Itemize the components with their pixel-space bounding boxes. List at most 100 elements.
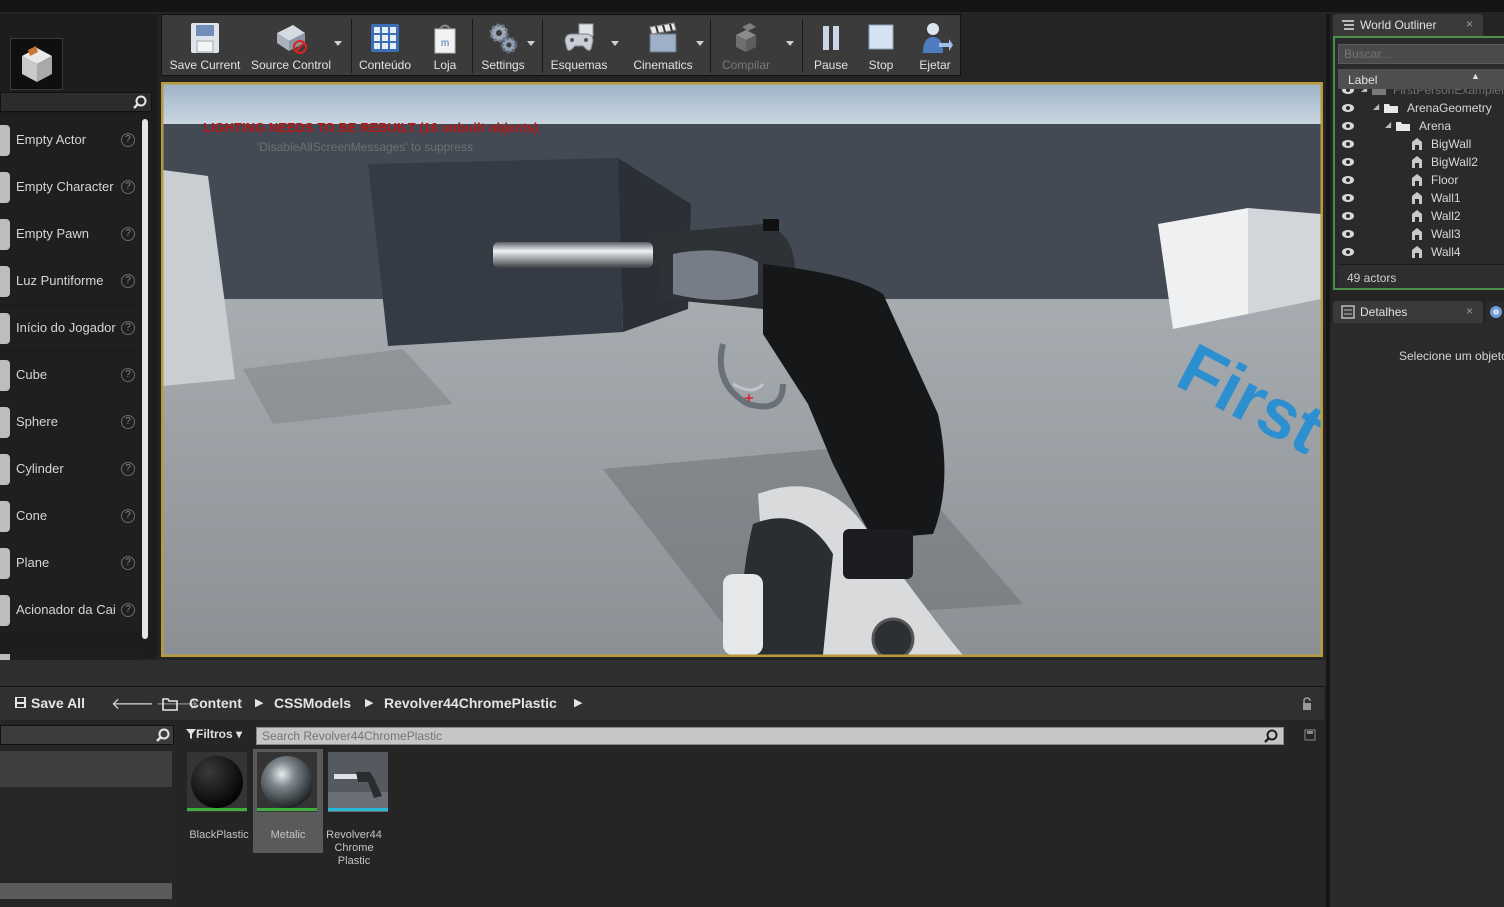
source-control-dropdown-arrow[interactable] bbox=[334, 41, 342, 47]
breadcrumb-separator-icon[interactable]: ▶ bbox=[255, 696, 263, 709]
breadcrumb-separator-icon[interactable]: ▶ bbox=[365, 696, 373, 709]
asset-tile-metalic[interactable]: Metalic bbox=[253, 749, 323, 853]
cinematics-dropdown-arrow[interactable] bbox=[696, 41, 704, 47]
place-item-empty-character[interactable]: Empty Character? bbox=[0, 164, 140, 211]
visibility-eye-icon[interactable] bbox=[1341, 139, 1355, 149]
selected-folder-row[interactable] bbox=[0, 751, 172, 787]
asset-search-input[interactable] bbox=[257, 728, 1257, 744]
asset-search-field[interactable] bbox=[256, 727, 1284, 745]
details-tab[interactable]: Detalhes × bbox=[1333, 301, 1483, 323]
visibility-eye-icon[interactable] bbox=[1341, 247, 1355, 257]
sort-ascending-icon[interactable]: ▲ bbox=[1471, 71, 1480, 81]
outliner-row-arenageometry[interactable]: ◢ ArenaGeometry bbox=[1335, 99, 1504, 117]
outliner-row-bigwall2[interactable]: BigWall2 bbox=[1335, 153, 1504, 171]
save-current-button[interactable]: Save Current bbox=[166, 15, 244, 75]
world-outliner-tab[interactable]: World Outliner × bbox=[1333, 14, 1483, 36]
compile-button[interactable]: Compilar bbox=[712, 15, 780, 75]
outliner-search-input[interactable] bbox=[1339, 45, 1499, 63]
breadcrumb-cssmodels[interactable]: CSSModels bbox=[274, 695, 351, 711]
help-icon[interactable]: ? bbox=[121, 462, 135, 476]
help-icon[interactable]: ? bbox=[121, 415, 135, 429]
help-icon[interactable]: ? bbox=[121, 321, 135, 335]
compile-dropdown-arrow[interactable] bbox=[786, 41, 794, 47]
visibility-eye-icon[interactable] bbox=[1341, 211, 1355, 221]
visibility-eye-icon[interactable] bbox=[1341, 157, 1355, 167]
visibility-eye-icon[interactable] bbox=[1341, 103, 1355, 113]
place-search-input[interactable] bbox=[0, 92, 152, 112]
world-settings-tab[interactable] bbox=[1486, 301, 1504, 323]
outliner-row-wall3[interactable]: Wall3 bbox=[1335, 225, 1504, 243]
visibility-eye-icon[interactable] bbox=[1341, 175, 1355, 185]
level-viewport[interactable]: First Per LIGHTING NEEDS TO BE REBUILT (… bbox=[161, 82, 1323, 657]
outliner-search-field[interactable] bbox=[1338, 44, 1504, 64]
settings-dropdown-arrow[interactable] bbox=[527, 41, 535, 47]
visibility-eye-icon[interactable] bbox=[1341, 89, 1355, 95]
visibility-eye-icon[interactable] bbox=[1341, 121, 1355, 131]
outliner-row-bigwall[interactable]: BigWall bbox=[1335, 135, 1504, 153]
save-all-button[interactable]: Save All bbox=[14, 695, 85, 711]
marketplace-button[interactable]: m Loja bbox=[420, 15, 470, 75]
outliner-row-wall2[interactable]: Wall2 bbox=[1335, 207, 1504, 225]
settings-button[interactable]: Settings bbox=[474, 15, 532, 75]
stop-button[interactable]: Stop bbox=[858, 15, 904, 75]
breadcrumb-content[interactable]: Content bbox=[189, 695, 242, 711]
outliner-row-floor[interactable]: Floor bbox=[1335, 171, 1504, 189]
place-list-scrollbar[interactable] bbox=[142, 119, 148, 639]
outliner-column-header[interactable]: Label ▲ bbox=[1338, 69, 1504, 89]
outliner-row-wall1[interactable]: Wall1 bbox=[1335, 189, 1504, 207]
outliner-row-label: Floor bbox=[1431, 173, 1459, 187]
world-outliner-title: World Outliner bbox=[1360, 18, 1437, 32]
source-control-button[interactable]: Source Control bbox=[248, 15, 334, 75]
folder-search-input[interactable] bbox=[0, 725, 174, 745]
eject-button[interactable]: Ejetar bbox=[910, 15, 960, 75]
help-icon[interactable]: ? bbox=[121, 274, 135, 288]
content-label: Conteúdo bbox=[358, 58, 412, 72]
help-icon[interactable]: ? bbox=[121, 180, 135, 194]
place-item-point-light[interactable]: Luz Puntiforme? bbox=[0, 258, 140, 305]
place-item-empty-actor[interactable]: Empty Actor? bbox=[0, 117, 140, 164]
asset-tile-blackplastic[interactable]: BlackPlastic bbox=[183, 749, 249, 853]
place-item-player-start[interactable]: Início do Jogador? bbox=[0, 305, 140, 352]
cinematics-button[interactable]: Cinematics bbox=[626, 15, 700, 75]
content-button[interactable]: Conteúdo bbox=[354, 15, 416, 75]
title-bar bbox=[0, 0, 1504, 12]
mode-tab-place[interactable] bbox=[10, 38, 63, 90]
place-item-sphere[interactable]: Sphere? bbox=[0, 399, 140, 446]
help-icon[interactable]: ? bbox=[121, 603, 135, 617]
sources-horizontal-scrollbar[interactable] bbox=[0, 883, 172, 899]
blueprints-button[interactable]: Esquemas bbox=[544, 15, 614, 75]
outliner-row-world[interactable]: ◢ FirstPersonExampleMap bbox=[1335, 89, 1504, 99]
outliner-row-wall4[interactable]: Wall4 bbox=[1335, 243, 1504, 261]
save-search-icon[interactable] bbox=[1304, 729, 1316, 741]
place-item-cube[interactable]: Cube? bbox=[0, 352, 140, 399]
place-item-plane[interactable]: Plane? bbox=[0, 540, 140, 587]
help-icon[interactable]: ? bbox=[121, 556, 135, 570]
blueprints-dropdown-arrow[interactable] bbox=[611, 41, 619, 47]
place-item-empty-pawn[interactable]: Empty Pawn? bbox=[0, 211, 140, 258]
filters-button[interactable]: Filtros ▾ bbox=[186, 727, 242, 741]
place-item-cylinder[interactable]: Cylinder? bbox=[0, 446, 140, 493]
cinematics-label: Cinematics bbox=[633, 58, 693, 72]
pause-label: Pause bbox=[813, 58, 849, 72]
lock-icon[interactable] bbox=[1301, 697, 1313, 711]
help-icon[interactable]: ? bbox=[121, 133, 135, 147]
visibility-eye-icon[interactable] bbox=[1341, 193, 1355, 203]
pause-button[interactable]: Pause bbox=[808, 15, 854, 75]
place-item-label: Empty Pawn bbox=[16, 226, 89, 241]
folder-icon bbox=[1396, 122, 1410, 131]
place-item-cone[interactable]: Cone? bbox=[0, 493, 140, 540]
lighting-warning: LIGHTING NEEDS TO BE REBUILT (16 unbuilt… bbox=[203, 120, 539, 135]
help-icon[interactable]: ? bbox=[121, 368, 135, 382]
place-item-box-trigger[interactable]: Acionador da Cai? bbox=[0, 587, 140, 634]
close-icon[interactable]: × bbox=[1466, 17, 1473, 31]
breadcrumb-revolver44[interactable]: Revolver44ChromePlastic bbox=[384, 695, 557, 711]
visibility-eye-icon[interactable] bbox=[1341, 229, 1355, 239]
outliner-row-label: FirstPersonExampleMap bbox=[1393, 89, 1504, 97]
close-icon[interactable]: × bbox=[1466, 304, 1473, 318]
breadcrumb-separator-icon[interactable]: ▶ bbox=[574, 696, 582, 709]
back-arrow-icon[interactable]: 🡐 bbox=[111, 696, 156, 713]
asset-tile-revolver44-chrome-plastic[interactable]: Revolver44 Chrome Plastic bbox=[324, 749, 388, 867]
outliner-row-arena[interactable]: ◢ Arena bbox=[1335, 117, 1504, 135]
help-icon[interactable]: ? bbox=[121, 227, 135, 241]
help-icon[interactable]: ? bbox=[121, 509, 135, 523]
